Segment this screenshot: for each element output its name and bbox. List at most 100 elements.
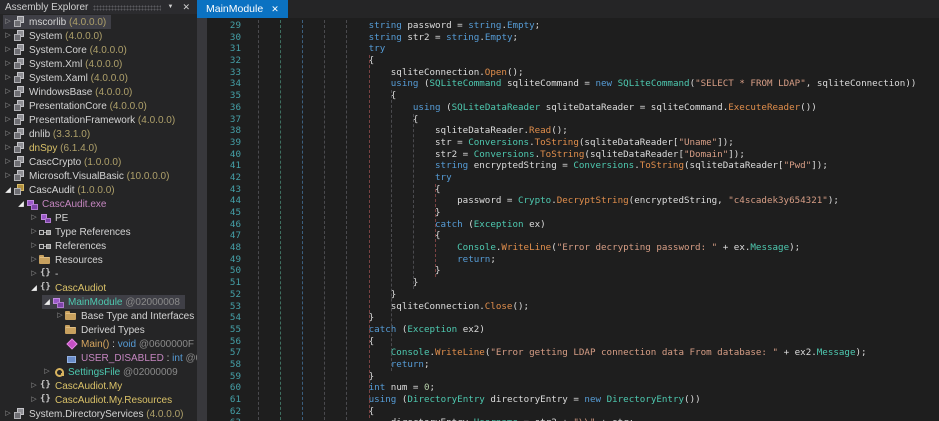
expander-icon[interactable]: ▷ [3,29,13,43]
tree-item-system[interactable]: ▷System (4.0.0.0) [0,29,197,43]
tree-item-dnlib[interactable]: ▷dnlib (3.3.1.0) [0,127,197,141]
tree-item-microsoft-visualbasic[interactable]: ▷Microsoft.VisualBasic (10.0.0.0) [0,169,197,183]
expander-icon[interactable]: ▷ [29,225,39,239]
tab-mainmodule[interactable]: MainModule ✕ [197,0,288,18]
tree-item-dnspy[interactable]: ▷dnSpy (6.1.4.0) [0,141,197,155]
tree-item-content[interactable]: Derived Types [55,323,150,337]
tree-item-content[interactable]: ◢CascAudit.exe [16,197,111,211]
tree-item-resources[interactable]: ▷Resources [0,253,197,267]
tree-item-content[interactable]: ▷System.Core (4.0.0.0) [3,43,132,57]
code-editor[interactable]: 29 string password = string.Empty;30 str… [197,18,939,421]
tree-item-cascaudit[interactable]: ◢CascAudit (1.0.0.0) [0,183,197,197]
tree-item-content[interactable]: USER_DISABLED : int @04 [55,351,197,365]
tree-item-content[interactable]: ▷CascCrypto (1.0.0.0) [3,155,126,169]
expander-icon[interactable]: ▷ [29,379,39,393]
tree-item-content[interactable]: ▷- [29,267,63,281]
expander-icon[interactable]: ▷ [55,309,65,323]
expander-icon[interactable]: ▷ [29,393,39,407]
expander-icon[interactable]: ▷ [3,113,13,127]
expander-icon[interactable]: ▷ [3,141,13,155]
code-token: Empty [485,32,513,43]
tree-item-derived-types[interactable]: Derived Types [0,323,197,337]
tree-item-blank[interactable]: ▷- [0,267,197,281]
tree-item-content[interactable]: ▷CascAudiot.My [29,379,127,393]
expander-icon[interactable]: ▷ [29,267,39,281]
tree-item-cascaudiot[interactable]: ◢CascAudiot [0,281,197,295]
tree-item-content[interactable]: ▷Microsoft.VisualBasic (10.0.0.0) [3,169,174,183]
tree-item-presentationframework[interactable]: ▷PresentationFramework (4.0.0.0) [0,113,197,127]
tree-item-content[interactable]: ▷PresentationFramework (4.0.0.0) [3,113,180,127]
panel-menu-caret-icon[interactable]: ▼ [166,4,176,10]
tree-item-content[interactable]: ▷Resources [29,253,108,267]
expander-icon[interactable]: ▷ [3,71,13,85]
expander-icon[interactable]: ▷ [3,99,13,113]
tree-item-content[interactable]: Main() : void @0600000F [55,337,197,351]
tree-item-windowsbase[interactable]: ▷WindowsBase (4.0.0.0) [0,85,197,99]
expander-icon[interactable]: ▷ [29,253,39,267]
tree-item-content[interactable]: ◢MainModule @02000008 [42,295,185,309]
expander-icon[interactable]: ◢ [42,295,52,309]
tree-item-system-xaml[interactable]: ▷System.Xaml (4.0.0.0) [0,71,197,85]
expander-icon[interactable]: ▷ [3,85,13,99]
code-token: directoryEntry. [258,417,474,421]
code-line: 62 { [207,406,939,418]
tree-item-main[interactable]: Main() : void @0600000F [0,337,197,351]
line-number: 33 [207,67,258,79]
code-token: SQLiteCommand [430,78,502,89]
tree-item-casccrypto[interactable]: ▷CascCrypto (1.0.0.0) [0,155,197,169]
expander-icon[interactable]: ◢ [29,281,39,295]
indent-guide [324,20,325,421]
tab-close-icon[interactable]: ✕ [271,5,279,14]
tree-item-references[interactable]: ▷References [0,239,197,253]
tree-item-content[interactable]: ▷mscorlib (4.0.0.0) [3,15,111,29]
tree-item-mainmodule[interactable]: ◢MainModule @02000008 [0,295,197,309]
tree-item-content[interactable]: ▷Base Type and Interfaces [55,309,197,323]
tree-item-content[interactable]: ◢CascAudit (1.0.0.0) [3,183,120,197]
tree-item-content[interactable]: ▷System.DirectoryServices (4.0.0.0) [3,407,189,421]
tree-item-content[interactable]: ▷dnlib (3.3.1.0) [3,127,95,141]
tree-item-content[interactable]: ▷System (4.0.0.0) [3,29,107,43]
expander-icon[interactable]: ◢ [16,197,26,211]
expander-icon[interactable]: ▷ [3,169,13,183]
tree-item-content[interactable]: ▷dnSpy (6.1.4.0) [3,141,102,155]
expander-icon[interactable]: ▷ [3,155,13,169]
tree-item-content[interactable]: ▷References [29,239,111,253]
expander-icon[interactable]: ▷ [3,127,13,141]
tree-item-system-core[interactable]: ▷System.Core (4.0.0.0) [0,43,197,57]
code-token: ; [513,32,519,43]
tree-item-content[interactable]: ▷Type References [29,225,136,239]
tree-item-content[interactable]: ▷PresentationCore (4.0.0.0) [3,99,152,113]
tree-item-base-type-and-interfaces[interactable]: ▷Base Type and Interfaces [0,309,197,323]
tree-item-content[interactable]: ▷System.Xaml (4.0.0.0) [3,71,133,85]
tree-item-user-disabled[interactable]: USER_DISABLED : int @04 [0,351,197,365]
tree-item-system-directoryservices[interactable]: ▷System.DirectoryServices (4.0.0.0) [0,407,197,421]
tree-item-system-xml[interactable]: ▷System.Xml (4.0.0.0) [0,57,197,71]
label-segment: @02000008 [122,297,179,308]
tree-item-content[interactable]: ◢CascAudiot [29,281,111,295]
expander-icon[interactable]: ▷ [29,239,39,253]
module-icon [52,296,65,308]
panel-drag-grip[interactable] [93,5,160,11]
tree-item-cascaudiot-my[interactable]: ▷CascAudiot.My [0,379,197,393]
tree-item-presentationcore[interactable]: ▷PresentationCore (4.0.0.0) [0,99,197,113]
tree-item-content[interactable]: ▷WindowsBase (4.0.0.0) [3,85,137,99]
tree-item-content[interactable]: ▷CascAudiot.My.Resources [29,393,177,407]
editor-pane: MainModule ✕ 29 string password = string… [197,0,939,421]
expander-icon[interactable]: ▷ [42,365,52,379]
tree-item-type-references[interactable]: ▷Type References [0,225,197,239]
expander-icon[interactable]: ▷ [3,57,13,71]
expander-icon[interactable]: ▷ [29,211,39,225]
tree-item-mscorlib[interactable]: ▷mscorlib (4.0.0.0) [0,15,197,29]
expander-icon[interactable]: ▷ [3,407,13,421]
tree-item-content[interactable]: ▷PE [29,211,73,225]
tree-item-pe[interactable]: ▷PE [0,211,197,225]
panel-close-icon[interactable]: ✕ [180,2,192,13]
expander-icon[interactable]: ▷ [3,43,13,57]
tree-item-content[interactable]: ▷SettingsFile @02000009 [42,365,183,379]
expander-icon[interactable]: ▷ [3,15,13,29]
tree-item-cascaudit-exe[interactable]: ◢CascAudit.exe [0,197,197,211]
expander-icon[interactable]: ◢ [3,183,13,197]
tree-item-cascaudiot-my-resources[interactable]: ▷CascAudiot.My.Resources [0,393,197,407]
tree-item-content[interactable]: ▷System.Xml (4.0.0.0) [3,57,127,71]
tree-item-settingsfile[interactable]: ▷SettingsFile @02000009 [0,365,197,379]
